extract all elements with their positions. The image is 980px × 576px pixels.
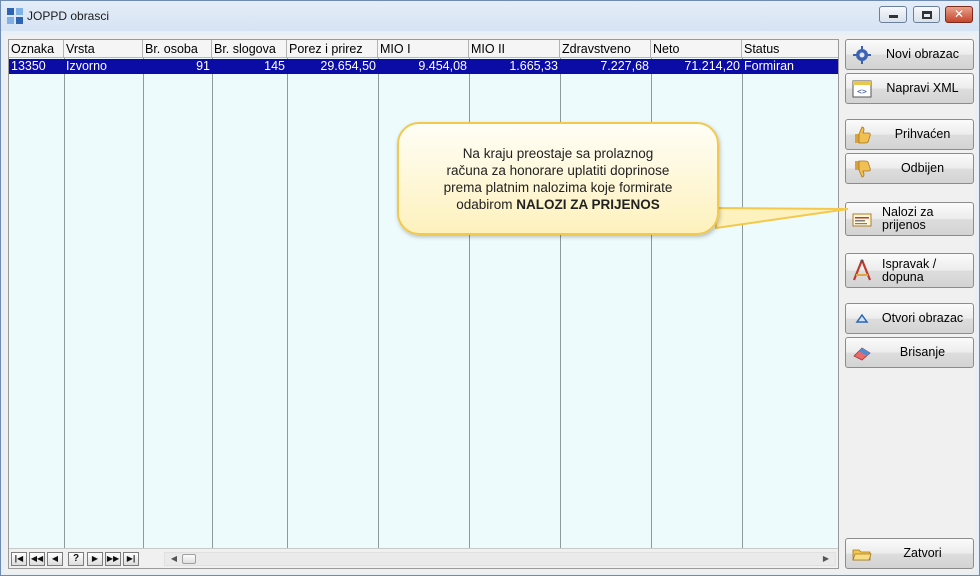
tutorial-callout: Na kraju preostaje sa prolaznog računa z… (397, 122, 719, 235)
callout-line4-bold: NALOZI ZA PRIJENOS (516, 196, 660, 212)
callout-text: Na kraju preostaje sa prolaznog računa z… (413, 145, 703, 213)
callout-line2: računa za honorare uplatiti doprinose (446, 162, 670, 178)
callout-line1: Na kraju preostaje sa prolaznog (462, 145, 654, 161)
callout-line3: prema platnim nalozima koje formirate (443, 179, 673, 195)
callout-pointer (713, 206, 849, 230)
callout-line4-prefix: odabirom (456, 196, 517, 212)
